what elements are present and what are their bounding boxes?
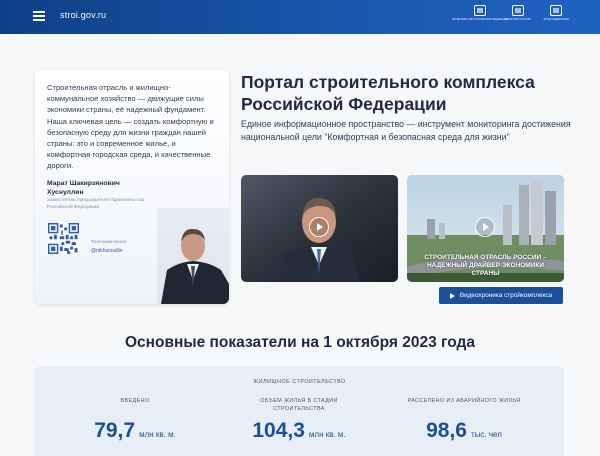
minstroy-emblem-icon bbox=[512, 5, 524, 16]
telegram-label: Телеграм-канал bbox=[91, 240, 127, 245]
video-tile-industry[interactable]: СТРОИТЕЛЬНАЯ ОТРАСЛЬ РОССИИ – НАДЕЖНЫЙ Д… bbox=[407, 175, 564, 282]
government-emblem-icon bbox=[474, 5, 486, 16]
video-chronicle-button[interactable]: Видеохроника стройкомплекса bbox=[439, 287, 563, 304]
telegram-link[interactable]: @mkhusnullin bbox=[91, 248, 122, 254]
person-role: Заместитель Председателя Правительства Р… bbox=[47, 198, 144, 210]
quote-text: Строительная отрасль и жилищно-коммуналь… bbox=[47, 83, 214, 171]
minstroy-logo[interactable]: МИНСТРОЙ РОССИИ bbox=[504, 5, 532, 29]
stat-commissioned: ВВЕДЕНО 79,7 млн кв. м. bbox=[94, 398, 176, 442]
play-icon[interactable] bbox=[309, 217, 329, 237]
site-name[interactable]: stroi.gov.ru bbox=[60, 10, 106, 20]
stat-under-construction: ОБЪЕМ ЖИЛЬЯ В СТАДИИ СТРОИТЕЛЬСТВА 104,3… bbox=[252, 398, 346, 442]
person-name: Марат Шакирзянович Хуснуллин bbox=[47, 180, 120, 196]
indicators-title: Основные показатели на 1 октября 2023 го… bbox=[125, 334, 475, 351]
video-tile-interview[interactable] bbox=[241, 175, 398, 282]
page-title: Портал строительного комплекса Российско… bbox=[241, 72, 535, 114]
play-icon bbox=[449, 292, 455, 299]
government-logo[interactable]: ПРАВИТЕЛЬСТВО РОССИЙСКОЙ ФЕДЕРАЦИИ bbox=[452, 5, 508, 29]
portrait-image bbox=[157, 208, 229, 304]
menu-icon[interactable] bbox=[33, 11, 45, 21]
top-header: stroi.gov.ru ПРАВИТЕЛЬСТВО РОССИЙСКОЙ ФЕ… bbox=[0, 0, 600, 34]
play-icon[interactable] bbox=[475, 217, 495, 237]
house-emblem-icon bbox=[550, 5, 562, 16]
qr-code-icon[interactable] bbox=[48, 223, 79, 254]
stats-category: ЖИЛИЩНОЕ СТРОИТЕЛЬСТВО bbox=[253, 379, 346, 385]
stats-panel: ЖИЛИЩНОЕ СТРОИТЕЛЬСТВО ВВЕДЕНО 79,7 млн к… bbox=[35, 366, 564, 456]
portal-description: Единое информационное пространство — инс… bbox=[241, 119, 571, 142]
stat-resettled: РАССЕЛЕНО ИЗ АВАРИЙНОГО ЖИЛЬЯ 98,6 тыс. ч… bbox=[407, 398, 521, 442]
video-caption: СТРОИТЕЛЬНАЯ ОТРАСЛЬ РОССИИ – НАДЕЖНЫЙ Д… bbox=[424, 254, 547, 277]
fund-logo[interactable]: ФОНД СОДЕЙСТВИЯ bbox=[542, 5, 570, 29]
